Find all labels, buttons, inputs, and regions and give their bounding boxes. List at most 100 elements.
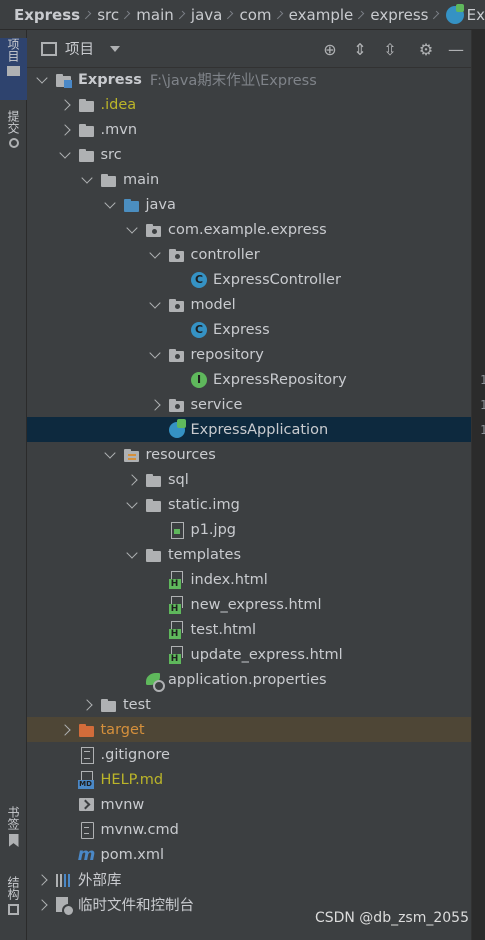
- chevron-right-icon: [82, 10, 92, 19]
- breadcrumb-item[interactable]: com: [239, 6, 271, 24]
- excluded-folder-icon: [78, 721, 96, 739]
- tree-row[interactable]: test: [27, 692, 471, 717]
- expand-all-icon[interactable]: ⇕: [345, 34, 375, 64]
- tree-row[interactable]: p1.jpg: [27, 517, 471, 542]
- tree-row[interactable]: repository: [27, 342, 471, 367]
- maven-icon: m: [77, 844, 96, 865]
- tree-item-label: model: [190, 296, 236, 313]
- spring-app-icon: [445, 3, 464, 24]
- breadcrumb-item[interactable]: src: [97, 6, 119, 24]
- tree-item-label: resources: [145, 446, 216, 463]
- tree-row[interactable]: C Express: [27, 317, 471, 342]
- tree-row[interactable]: ExpressApplication: [27, 417, 471, 442]
- chevron-right-icon[interactable]: [125, 473, 139, 487]
- locate-icon[interactable]: ⊕: [315, 34, 345, 64]
- tree-row[interactable]: mvnw.cmd: [27, 817, 471, 842]
- tree-row[interactable]: static.img: [27, 492, 471, 517]
- tree-row[interactable]: .mvn: [27, 117, 471, 142]
- terminal-file-icon: [78, 796, 96, 814]
- chevron-down-icon[interactable]: [58, 148, 72, 162]
- tree-row[interactable]: sql: [27, 467, 471, 492]
- chevron-down-icon[interactable]: [35, 73, 49, 87]
- chevron-down-icon[interactable]: [80, 173, 94, 187]
- tree-row[interactable]: index.html: [27, 567, 471, 592]
- tree-row[interactable]: templates: [27, 542, 471, 567]
- chevron-down-icon[interactable]: [125, 498, 139, 512]
- tree-row[interactable]: Express F:\java期末作业\Express: [27, 67, 471, 92]
- chevron-down-icon[interactable]: [125, 548, 139, 562]
- tree-row[interactable]: HELP.md: [27, 767, 471, 792]
- breadcrumb-item[interactable]: main: [136, 6, 173, 24]
- tree-row[interactable]: .gitignore: [27, 742, 471, 767]
- tree-row[interactable]: com.example.express: [27, 217, 471, 242]
- chevron-right-icon[interactable]: [58, 123, 72, 137]
- tab-bookmarks-label: 书签: [6, 806, 20, 830]
- tree-row[interactable]: java: [27, 192, 471, 217]
- tab-commit[interactable]: 提交: [0, 110, 27, 172]
- chevron-right-icon[interactable]: [58, 98, 72, 112]
- folder-icon: [100, 696, 118, 714]
- tab-project[interactable]: 项目: [0, 38, 27, 100]
- tree-row[interactable]: application.properties: [27, 667, 471, 692]
- breadcrumb-item[interactable]: Express: [14, 6, 80, 24]
- chevron-down-icon[interactable]: [103, 198, 117, 212]
- chevron-right-icon: [274, 10, 283, 19]
- package-icon: [168, 296, 186, 314]
- chevron-right-icon[interactable]: [35, 898, 49, 912]
- left-tool-strip: 项目 提交 书签 结构: [0, 30, 27, 940]
- tree-row[interactable]: update_express.html: [27, 642, 471, 667]
- tree-row[interactable]: test.html: [27, 617, 471, 642]
- tree-row[interactable]: new_express.html: [27, 592, 471, 617]
- tab-project-label: 项目: [6, 38, 20, 62]
- tree-row[interactable]: C ExpressController: [27, 267, 471, 292]
- breadcrumb: Express src main java com example express Ex: [0, 0, 485, 30]
- collapse-all-icon[interactable]: ⇳: [375, 34, 405, 64]
- minimize-icon[interactable]: —: [441, 34, 471, 64]
- chevron-right-icon[interactable]: [148, 398, 162, 412]
- tree-item-label: templates: [168, 546, 242, 563]
- tree-item-label: repository: [190, 346, 264, 363]
- tree-row[interactable]: model: [27, 292, 471, 317]
- breadcrumb-item[interactable]: java: [191, 6, 222, 24]
- tree-row[interactable]: I ExpressRepository: [27, 367, 471, 392]
- chevron-down-icon[interactable]: [103, 448, 117, 462]
- editor-gutter: 1 1 1: [471, 30, 485, 940]
- tree-row[interactable]: main: [27, 167, 471, 192]
- properties-file-icon: [145, 671, 165, 692]
- tree-row[interactable]: 外部库: [27, 867, 471, 892]
- package-icon: [168, 246, 186, 264]
- tree-row[interactable]: m pom.xml: [27, 842, 471, 867]
- gear-icon[interactable]: ⚙: [411, 34, 441, 64]
- tab-structure[interactable]: 结构: [0, 876, 27, 938]
- chevron-right-icon[interactable]: [58, 723, 72, 737]
- tree-item-label: src: [100, 146, 122, 163]
- chevron-down-icon[interactable]: [148, 248, 162, 262]
- tab-bookmarks[interactable]: 书签: [0, 806, 27, 868]
- breadcrumb-item[interactable]: express: [370, 6, 428, 24]
- tree-item-label: pom.xml: [100, 846, 165, 863]
- class-icon: C: [191, 272, 207, 288]
- chevron-right-icon[interactable]: [35, 873, 49, 887]
- tree-item-label: controller: [190, 246, 260, 263]
- chevron-right-icon[interactable]: [80, 698, 94, 712]
- tree-item-label: test.html: [190, 621, 256, 638]
- chevron-down-icon[interactable]: [125, 223, 139, 237]
- chevron-down-icon[interactable]: [148, 348, 162, 362]
- tree-row[interactable]: target: [27, 717, 471, 742]
- breadcrumb-item[interactable]: example: [289, 6, 354, 24]
- tree-row[interactable]: service: [27, 392, 471, 417]
- chevron-down-icon[interactable]: [148, 298, 162, 312]
- folder-icon: [100, 171, 118, 189]
- project-panel-header: 项目 ⊕ ⇕ ⇳ ⚙ —: [27, 30, 471, 68]
- structure-icon: [8, 904, 19, 915]
- tree-row[interactable]: resources: [27, 442, 471, 467]
- breadcrumb-item[interactable]: Ex: [467, 6, 485, 24]
- line-number: 1: [480, 373, 485, 387]
- tree-row[interactable]: src: [27, 142, 471, 167]
- tab-structure-label: 结构: [6, 876, 20, 900]
- chevron-down-icon[interactable]: [110, 45, 120, 52]
- tab-commit-label: 提交: [6, 110, 20, 134]
- tree-row[interactable]: mvnw: [27, 792, 471, 817]
- tree-row[interactable]: controller: [27, 242, 471, 267]
- tree-row[interactable]: .idea: [27, 92, 471, 117]
